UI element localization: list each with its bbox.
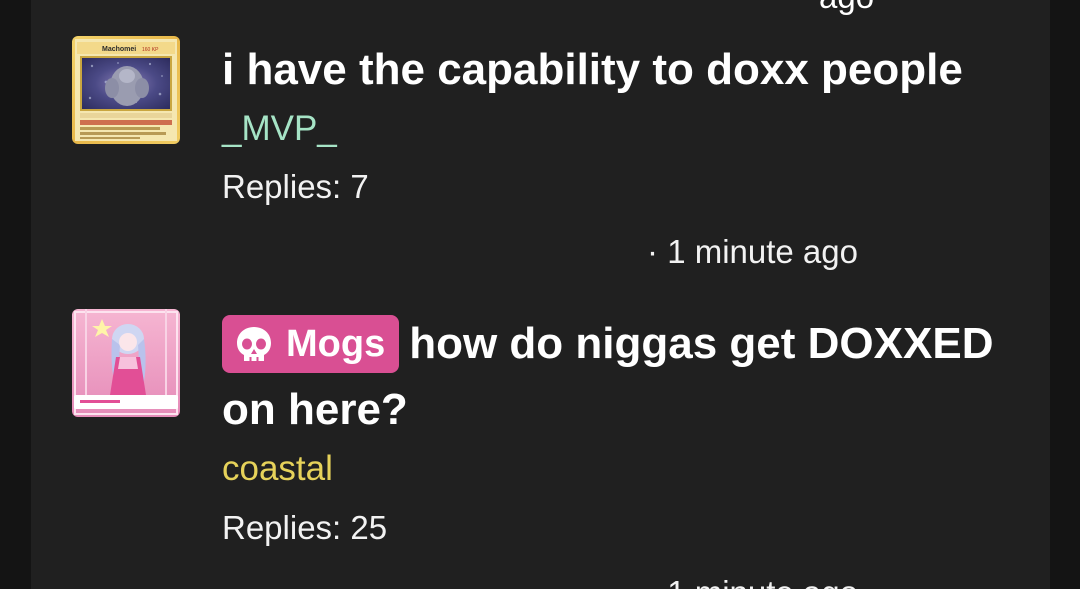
thread-thumbnail[interactable]: Machomei 160 KP — [72, 36, 180, 144]
reply-count: Replies: 7 — [222, 168, 369, 205]
thread-title-text[interactable]: i have the capability to doxx people — [222, 45, 963, 94]
card-hp: 160 KP — [142, 47, 159, 53]
thread-title[interactable]: Mogs how do niggas get DOXXED on here? — [222, 311, 1012, 443]
thread-author[interactable]: _MVP_ — [222, 109, 337, 149]
flair-badge[interactable]: Mogs — [222, 315, 400, 373]
thread-list: ago Ma — [31, 0, 1050, 589]
thread-time: 1 minute ago — [667, 573, 858, 589]
previous-thread-time: ago — [819, 0, 874, 13]
thread-time: · 1 minute ago — [647, 233, 858, 270]
thread-author[interactable]: coastal — [222, 449, 333, 489]
thread-thumbnail[interactable] — [72, 309, 180, 417]
anime-card-image — [72, 309, 180, 417]
reply-count: Replies: 25 — [222, 509, 388, 546]
flair-label: Mogs — [286, 323, 386, 365]
card-name: Machomei — [102, 46, 136, 53]
skull-icon — [237, 327, 271, 361]
trading-card-image: Machomei 160 KP — [72, 36, 180, 144]
thread-title[interactable]: i have the capability to doxx people — [222, 37, 1012, 103]
